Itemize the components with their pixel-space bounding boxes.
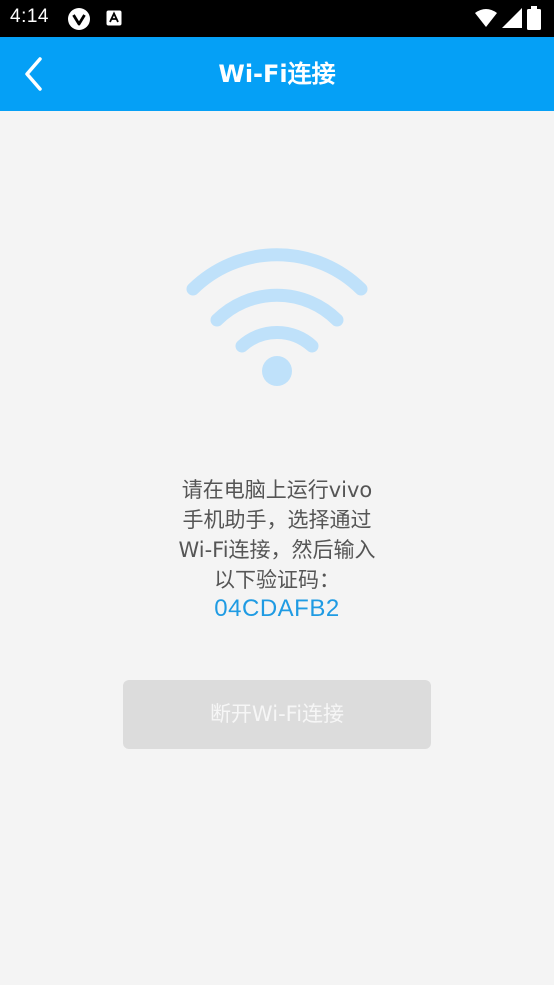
vivo-logo-icon bbox=[68, 8, 90, 30]
page-title: Wi-Fi连接 bbox=[218, 60, 336, 88]
instructions-text: 请在电脑上运行vivo 手机助手，选择通过 Wi-Fi连接，然后输入 以下验证码… bbox=[157, 475, 397, 595]
verification-code: 04CDAFB2 bbox=[214, 595, 340, 622]
disconnect-wifi-button[interactable]: 断开Wi-Fi连接 bbox=[123, 680, 431, 749]
instruction-line: 以下验证码： bbox=[214, 568, 340, 592]
wifi-icon bbox=[186, 248, 368, 386]
chevron-left-icon bbox=[25, 57, 42, 91]
battery-icon bbox=[527, 6, 541, 30]
cell-signal-icon bbox=[502, 8, 522, 28]
instruction-line: 手机助手，选择通过 bbox=[182, 508, 372, 532]
back-button[interactable] bbox=[18, 55, 54, 93]
wifi-signal-icon bbox=[475, 9, 497, 27]
status-time: 4:14 bbox=[10, 6, 49, 27]
app-bar: Wi-Fi连接 bbox=[0, 37, 554, 111]
a-notification-icon bbox=[106, 10, 122, 26]
instruction-line: 请在电脑上运行vivo bbox=[181, 478, 373, 502]
status-bar: 4:14 bbox=[0, 0, 554, 37]
instruction-line: Wi-Fi连接，然后输入 bbox=[178, 538, 376, 562]
